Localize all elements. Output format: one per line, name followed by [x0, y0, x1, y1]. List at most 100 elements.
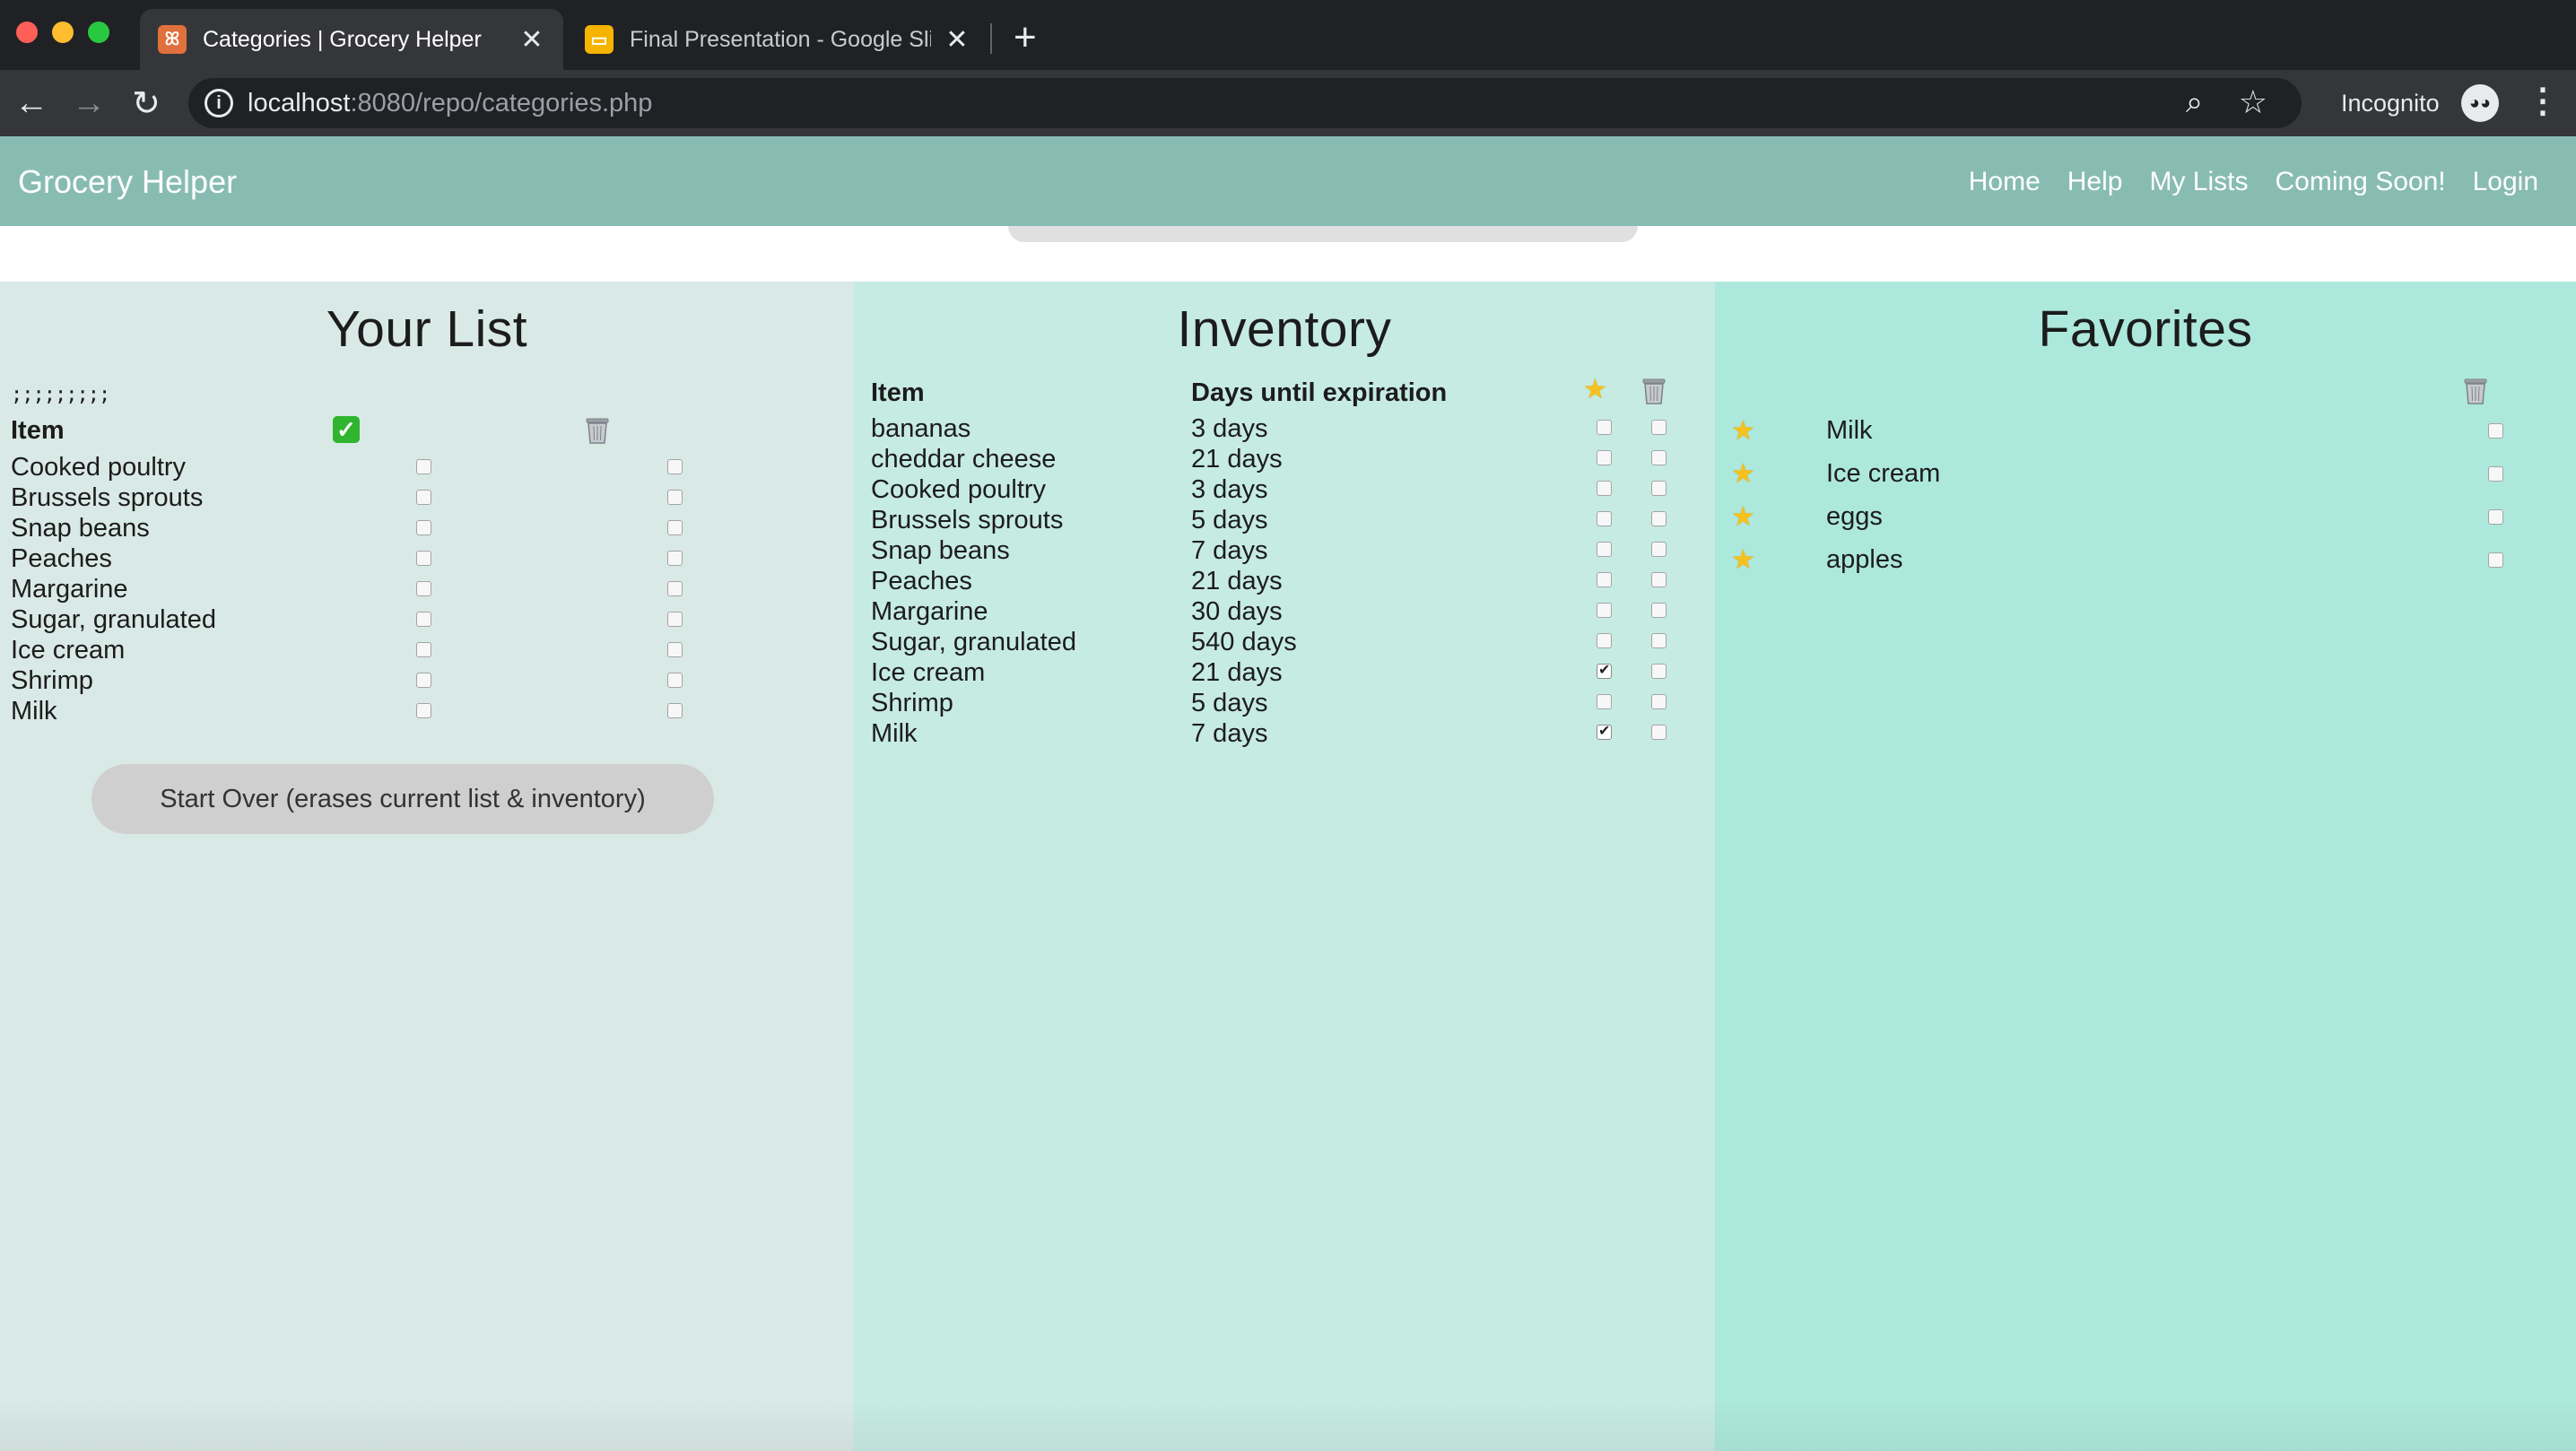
- window-maximize-button[interactable]: [88, 22, 109, 43]
- remove-checkbox[interactable]: [1651, 603, 1667, 618]
- remove-checkbox[interactable]: [2488, 509, 2503, 525]
- remove-checkbox[interactable]: [1651, 572, 1667, 587]
- browser-menu-icon[interactable]: ⋮: [2526, 81, 2560, 121]
- remove-checkbox[interactable]: [667, 459, 683, 474]
- favorite-checkbox[interactable]: [1597, 511, 1612, 526]
- new-tab-icon[interactable]: +: [1014, 16, 1037, 59]
- remove-checkbox[interactable]: [2488, 466, 2503, 482]
- inventory-item-days: 3 days: [1191, 475, 1268, 504]
- incognito-icon[interactable]: ◕◕: [2461, 84, 2499, 122]
- inventory-item-name: Brussels sprouts: [871, 506, 1064, 534]
- check-mark-icon: ✓: [333, 416, 360, 443]
- bookmark-star-icon[interactable]: ☆: [2239, 83, 2267, 121]
- scrolled-button-edge: [1008, 226, 1638, 242]
- remove-checkbox[interactable]: [1651, 725, 1667, 740]
- start-over-button[interactable]: Start Over (erases current list & invent…: [91, 764, 714, 834]
- window-close-button[interactable]: [16, 22, 38, 43]
- inventory-item-days: 30 days: [1191, 597, 1283, 626]
- remove-checkbox[interactable]: [667, 612, 683, 627]
- favorite-checkbox[interactable]: [1597, 481, 1612, 496]
- days-column-header: Days until expiration: [1191, 378, 1448, 407]
- remove-checkbox[interactable]: [1651, 420, 1667, 435]
- favorite-item-name: eggs: [1826, 502, 1883, 531]
- inventory-item-days: 5 days: [1191, 689, 1268, 717]
- reload-icon[interactable]: ↻: [124, 81, 169, 126]
- remove-checkbox[interactable]: [667, 703, 683, 718]
- favorite-checkbox[interactable]: [1597, 633, 1612, 648]
- remove-checkbox[interactable]: [667, 520, 683, 535]
- inventory-item-name: Sugar, granulated: [871, 628, 1076, 656]
- bought-checkbox[interactable]: [416, 703, 431, 718]
- favorite-checkbox[interactable]: [1597, 694, 1612, 709]
- remove-checkbox[interactable]: [667, 581, 683, 596]
- favorite-checkbox[interactable]: [1597, 450, 1612, 465]
- trash-icon: [586, 418, 609, 444]
- bought-checkbox[interactable]: [416, 459, 431, 474]
- bought-checkbox[interactable]: [416, 642, 431, 657]
- nav-my-lists-link[interactable]: My Lists: [2149, 167, 2248, 197]
- remove-checkbox[interactable]: [667, 490, 683, 505]
- browser-tab-slides[interactable]: ▭ Final Presentation - Google Sli ✕: [567, 9, 988, 70]
- inventory-item-days: 540 days: [1191, 628, 1297, 656]
- inventory-item-name: Snap beans: [871, 536, 1010, 565]
- bottom-shadow: [0, 1399, 2576, 1451]
- url-path: :8080/repo/categories.php: [350, 89, 653, 117]
- bought-checkbox[interactable]: [416, 612, 431, 627]
- bought-checkbox[interactable]: [416, 673, 431, 688]
- favorite-star-icon: ★: [1731, 502, 1755, 532]
- remove-checkbox[interactable]: [667, 642, 683, 657]
- nav-login-link[interactable]: Login: [2473, 167, 2538, 197]
- inventory-item-name: Peaches: [871, 567, 972, 595]
- zoom-icon[interactable]: ⌕: [2186, 85, 2203, 120]
- nav-home-link[interactable]: Home: [1969, 167, 2041, 197]
- remove-checkbox[interactable]: [1651, 450, 1667, 465]
- incognito-label: Incognito: [2341, 90, 2440, 117]
- nav-help-link[interactable]: Help: [2067, 167, 2123, 197]
- back-arrow-icon[interactable]: ←: [9, 81, 54, 126]
- drag-handle[interactable]: ;;;;;;;;;: [11, 384, 110, 406]
- remove-checkbox[interactable]: [1651, 481, 1667, 496]
- favorite-checkbox[interactable]: [1597, 722, 1612, 740]
- remove-checkbox[interactable]: [1651, 633, 1667, 648]
- your-list-title: Your List: [326, 300, 528, 358]
- favorite-star-icon: ★: [1731, 459, 1755, 489]
- bought-checkbox[interactable]: [416, 581, 431, 596]
- favorite-checkbox[interactable]: [1597, 603, 1612, 618]
- inventory-item-name: cheddar cheese: [871, 445, 1057, 474]
- remove-checkbox[interactable]: [1651, 511, 1667, 526]
- trash-icon: [2464, 378, 2487, 404]
- site-info-icon[interactable]: i: [205, 89, 233, 117]
- favorite-item-name: Ice cream: [1826, 459, 1941, 488]
- remove-checkbox[interactable]: [2488, 552, 2503, 568]
- favorite-checkbox[interactable]: [1597, 661, 1612, 679]
- remove-checkbox[interactable]: [2488, 423, 2503, 439]
- brand-logo[interactable]: Grocery Helper: [18, 163, 237, 201]
- favorite-item-name: Milk: [1826, 416, 1873, 445]
- nav-coming-soon-link[interactable]: Coming Soon!: [2275, 167, 2445, 197]
- bought-checkbox[interactable]: [416, 551, 431, 566]
- favorite-checkbox[interactable]: [1597, 542, 1612, 557]
- remove-checkbox[interactable]: [1651, 542, 1667, 557]
- close-tab-icon[interactable]: ✕: [518, 24, 545, 56]
- favorite-checkbox[interactable]: [1597, 572, 1612, 587]
- favorite-star-icon: ★: [1731, 416, 1755, 446]
- url-text[interactable]: localhost:8080/repo/categories.php: [248, 89, 652, 118]
- favorites-title: Favorites: [2038, 300, 2253, 358]
- favorite-star-icon: ★: [1583, 375, 1607, 404]
- inventory-item-name: Shrimp: [871, 689, 953, 717]
- bought-checkbox[interactable]: [416, 490, 431, 505]
- remove-checkbox[interactable]: [1651, 664, 1667, 679]
- address-bar[interactable]: i localhost:8080/repo/categories.php ⌕ ☆: [188, 78, 2302, 128]
- favorite-checkbox[interactable]: [1597, 420, 1612, 435]
- your-list-panel: Your List ;;;;;;;;; Item ✓ Cooked poultr…: [0, 282, 854, 1451]
- close-tab-icon[interactable]: ✕: [944, 24, 970, 56]
- list-item-name: Snap beans: [11, 514, 150, 543]
- remove-checkbox[interactable]: [667, 551, 683, 566]
- browser-tab-categories[interactable]: ꕤ Categories | Grocery Helper ✕: [140, 9, 563, 70]
- remove-checkbox[interactable]: [667, 673, 683, 688]
- bought-checkbox[interactable]: [416, 520, 431, 535]
- remove-checkbox[interactable]: [1651, 694, 1667, 709]
- window-minimize-button[interactable]: [52, 22, 74, 43]
- forward-arrow-icon[interactable]: →: [66, 81, 111, 126]
- inventory-item-days: 7 days: [1191, 536, 1268, 565]
